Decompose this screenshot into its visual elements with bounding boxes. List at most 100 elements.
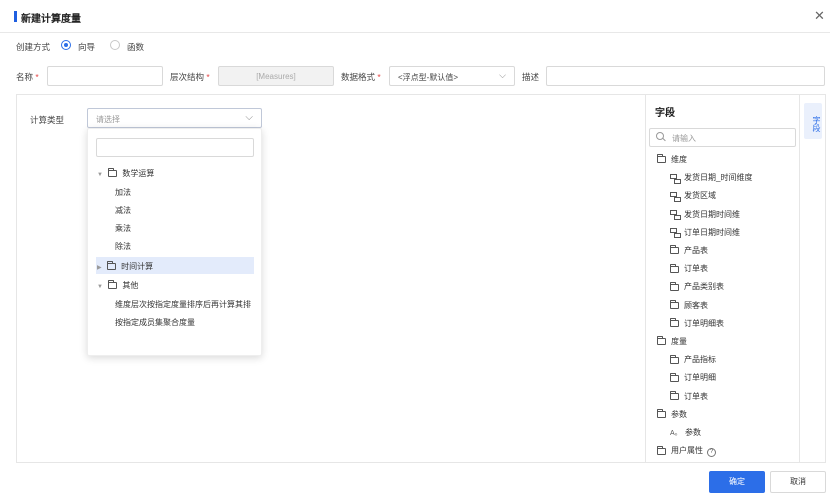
field-group-label: 度量 [671, 337, 687, 346]
field-item[interactable]: 订单表 [670, 263, 708, 274]
folder-icon [670, 299, 679, 309]
field-item[interactable]: A₀ 参数 [670, 427, 701, 438]
format-select[interactable]: <浮点型-默认值> ⌵ [389, 66, 515, 86]
hierarchy-icon [670, 173, 681, 184]
field-item[interactable]: 发货区域 [670, 190, 716, 202]
field-item[interactable]: 发货日期_时间维度 [670, 172, 753, 184]
field-group-label: 参数 [671, 409, 687, 419]
chevron-down-icon: ⌵ [245, 112, 253, 123]
tree-node-label: 时间计算 [121, 262, 154, 271]
chevron-down-icon: ⌵ [499, 70, 506, 80]
hierarchy-icon [670, 228, 681, 239]
field-item[interactable]: 发货日期时间维 [670, 209, 740, 220]
field-item-label: 发货区域 [684, 191, 716, 201]
tree-node-label: 数学运算 [122, 169, 155, 178]
field-item-label: 产品类别表 [684, 282, 724, 292]
close-icon[interactable]: ✕ [814, 8, 825, 24]
tree-node-time[interactable]: ▶ 时间计算 [97, 261, 153, 272]
field-item-label: 产品表 [684, 246, 708, 255]
tree-leaf-subtract[interactable]: 减法 [115, 205, 131, 216]
fields-search-input[interactable]: 请输入 [649, 128, 796, 147]
format-select-value: <浮点型-默认值> [398, 73, 459, 82]
field-item[interactable]: 订单表 [670, 390, 708, 402]
field-item-label: 订单表 [684, 391, 708, 401]
field-item[interactable]: 订单明细 [670, 372, 716, 383]
tree-node-label: 其他 [122, 281, 139, 290]
folder-icon [670, 390, 679, 400]
name-label: 名称 * [16, 72, 39, 82]
dialog-header: 新建计算度量 ✕ [0, 0, 830, 33]
tree-node-math[interactable]: ▼ 数学运算 [97, 168, 154, 179]
format-label: 数据格式 * [341, 72, 381, 82]
radio-function[interactable] [110, 40, 120, 50]
calc-type-select[interactable]: 请选择 ⌵ [87, 108, 262, 128]
tree-leaf-aggregate[interactable]: 按指定成员集聚合度量 [115, 317, 195, 328]
help-icon[interactable]: ? [707, 448, 716, 458]
desc-input[interactable] [546, 66, 825, 86]
radio-wizard-label[interactable]: 向导 [78, 41, 95, 53]
field-item[interactable]: 产品类别表 [670, 281, 724, 292]
hierarchy-input: [Measures] [218, 66, 334, 86]
ok-button[interactable]: 确定 [709, 471, 765, 493]
dropdown-search-input[interactable] [96, 138, 254, 157]
folder-icon [670, 372, 679, 382]
field-group-label: 用户属性 [671, 446, 703, 456]
field-item[interactable]: 订单日期时间维 [670, 227, 740, 239]
create-mode-label: 创建方式 [16, 42, 51, 52]
field-group[interactable]: 度量 [657, 336, 687, 347]
title-accent-bar [14, 11, 17, 22]
folder-icon [106, 261, 116, 271]
tree-leaf-multiply[interactable]: 乘法 [115, 223, 131, 234]
desc-label: 描述 [522, 72, 540, 82]
calc-type-dropdown: ▼ 数学运算 加法 减法 乘法 除法 ▶ 时间计算 ▼ 其他 维度层次按指定度量… [87, 128, 262, 356]
folder-icon [670, 245, 679, 255]
param-icon: A₀ [670, 430, 678, 437]
folder-icon [108, 280, 118, 290]
field-item-label: 订单日期时间维 [684, 227, 740, 237]
caret-down-icon: ▼ [97, 172, 103, 178]
folder-open-icon [657, 336, 666, 346]
field-item-label: 发货日期时间维 [684, 209, 740, 219]
user-attribute-icon [657, 445, 666, 455]
field-group[interactable]: 参数 [657, 409, 687, 420]
tree-leaf-add[interactable]: 加法 [115, 187, 131, 198]
calc-type-label: 计算类型 [30, 115, 65, 125]
field-item-label: 订单明细表 [684, 318, 724, 328]
radio-wizard[interactable] [61, 40, 71, 50]
folder-open-icon [657, 409, 666, 419]
panel-divider [645, 95, 646, 462]
field-group[interactable]: 用户属性? [657, 445, 716, 458]
field-item-label: 参数 [685, 428, 701, 437]
side-tab-divider [799, 95, 800, 462]
field-item-label: 产品指标 [684, 355, 716, 365]
field-group[interactable]: 维度 [657, 154, 687, 165]
fields-title: 字段 [655, 108, 675, 119]
cancel-button[interactable]: 取消 [770, 471, 826, 493]
field-item[interactable]: 产品表 [670, 245, 708, 256]
caret-right-icon: ▶ [97, 265, 102, 271]
field-item[interactable]: 产品指标 [670, 354, 716, 365]
tree-leaf-divide[interactable]: 除法 [115, 241, 131, 252]
dialog-title: 新建计算度量 [21, 14, 81, 25]
tree-node-other[interactable]: ▼ 其他 [97, 280, 138, 291]
field-item[interactable]: 顾客表 [670, 299, 708, 311]
field-item-label: 订单表 [684, 264, 708, 274]
field-item-label: 订单明细 [684, 373, 716, 383]
field-item-label: 发货日期_时间维度 [684, 173, 753, 183]
hierarchy-label: 层次结构 * [170, 72, 210, 82]
folder-icon [670, 318, 679, 328]
folder-icon [108, 168, 118, 178]
folder-icon [670, 354, 679, 364]
hierarchy-icon [670, 191, 681, 202]
field-item-label: 顾客表 [684, 300, 708, 310]
hierarchy-icon [670, 209, 681, 220]
folder-icon [670, 263, 679, 273]
radio-function-label[interactable]: 函数 [127, 41, 144, 53]
fields-search-placeholder: 请输入 [672, 134, 696, 143]
fields-side-tab[interactable]: 字段 [804, 103, 822, 139]
tree-leaf-rank[interactable]: 维度层次按指定度量排序后再计算其排 [115, 299, 255, 310]
name-input[interactable] [47, 66, 163, 86]
folder-icon [670, 281, 679, 291]
field-group-label: 维度 [671, 155, 687, 164]
field-item[interactable]: 订单明细表 [670, 318, 724, 329]
